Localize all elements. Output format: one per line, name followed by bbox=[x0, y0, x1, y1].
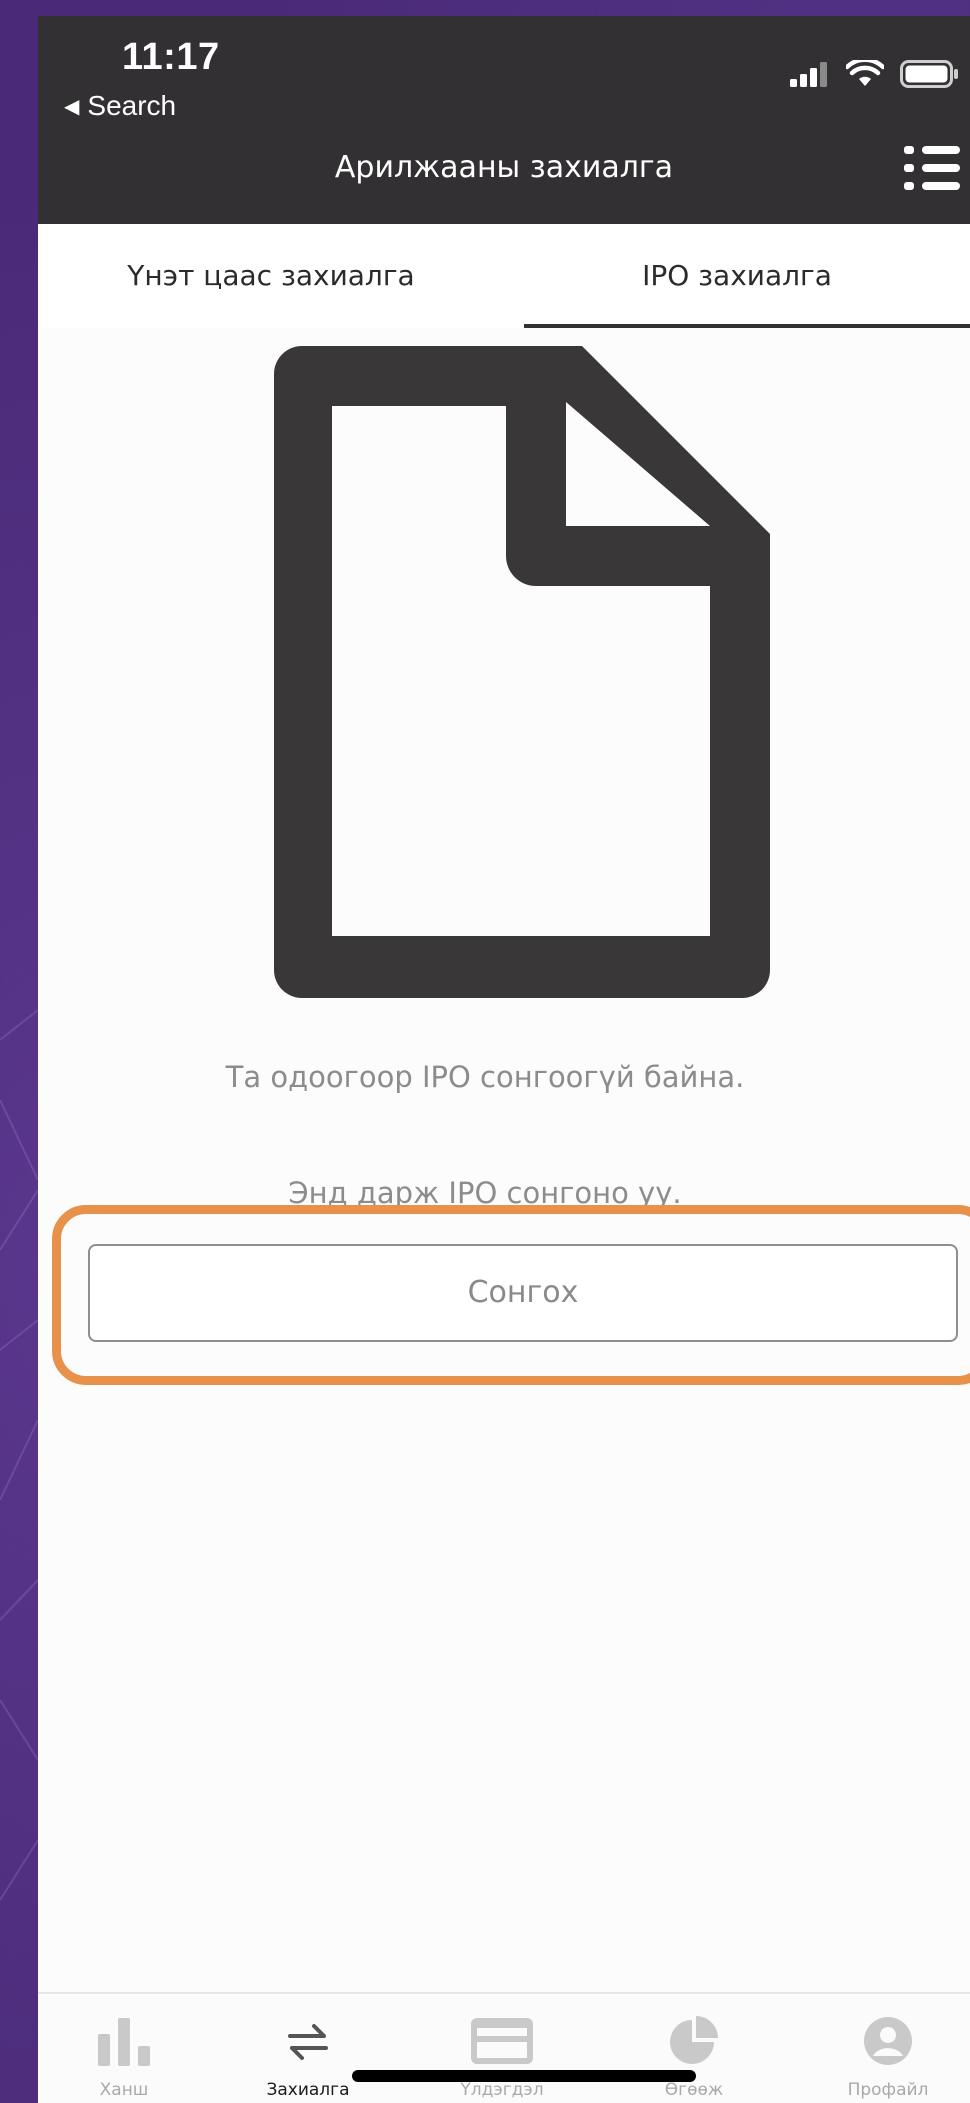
back-triangle-icon: ◀ bbox=[64, 95, 80, 118]
page-title: Арилжааны захиалга bbox=[334, 150, 674, 185]
menu-button[interactable] bbox=[900, 140, 964, 196]
nav-label: Профайл bbox=[847, 2080, 929, 2100]
nav-item-returns[interactable]: Өгөөж bbox=[634, 2016, 754, 2100]
tab-bar: Үнэт цаас захиалга IPO захиалга bbox=[38, 224, 970, 328]
nav-label: Үлдэгдэл bbox=[460, 2080, 544, 2100]
tab-label: IPO захиалга bbox=[642, 259, 832, 292]
nav-item-orders[interactable]: Захиалга bbox=[248, 2016, 368, 2100]
nav-label: Өгөөж bbox=[664, 2080, 724, 2100]
list-menu-icon bbox=[904, 146, 960, 190]
wifi-icon bbox=[846, 60, 884, 86]
nav-item-balance[interactable]: Үлдэгдэл bbox=[442, 2016, 562, 2100]
signal-icon bbox=[790, 62, 827, 87]
bar-chart-icon bbox=[98, 2018, 150, 2066]
swap-arrows-icon bbox=[288, 2024, 328, 2060]
nav-label: Захиалга bbox=[266, 2080, 350, 2100]
empty-state-message: Та одоогоор IPO сонгоогүй байна. bbox=[225, 1060, 745, 1094]
back-label: Search bbox=[87, 90, 177, 121]
pie-chart-icon bbox=[670, 2016, 718, 2064]
back-to-search-button[interactable]: ◀ Search bbox=[64, 90, 176, 122]
phone-screen: 11:17 ◀ Search Арилжааны захиалга Үнэт ц… bbox=[38, 16, 970, 2103]
home-indicator bbox=[352, 2070, 696, 2082]
profile-icon bbox=[864, 2017, 912, 2065]
tab-label: Үнэт цаас захиалга bbox=[127, 259, 415, 292]
tab-securities-order[interactable]: Үнэт цаас захиалга bbox=[38, 224, 504, 328]
top-bar: 11:17 ◀ Search Арилжааны захиалга bbox=[38, 16, 970, 224]
status-icons bbox=[790, 60, 960, 88]
status-time: 11:17 bbox=[122, 36, 220, 78]
bottom-navigation: Ханш Захиалга Үлдэгдэл Өгөөж Профайл bbox=[38, 1992, 970, 2103]
document-icon bbox=[274, 346, 770, 998]
nav-item-profile[interactable]: Профайл bbox=[828, 2016, 948, 2100]
nav-label: Ханш bbox=[99, 2080, 149, 2100]
nav-item-rates[interactable]: Ханш bbox=[64, 2016, 184, 2100]
tab-ipo-order[interactable]: IPO захиалга bbox=[504, 224, 970, 328]
battery-icon bbox=[900, 60, 958, 88]
card-icon bbox=[471, 2018, 533, 2064]
active-tab-indicator bbox=[524, 324, 970, 328]
select-ipo-button[interactable]: Сонгох bbox=[88, 1244, 958, 1342]
